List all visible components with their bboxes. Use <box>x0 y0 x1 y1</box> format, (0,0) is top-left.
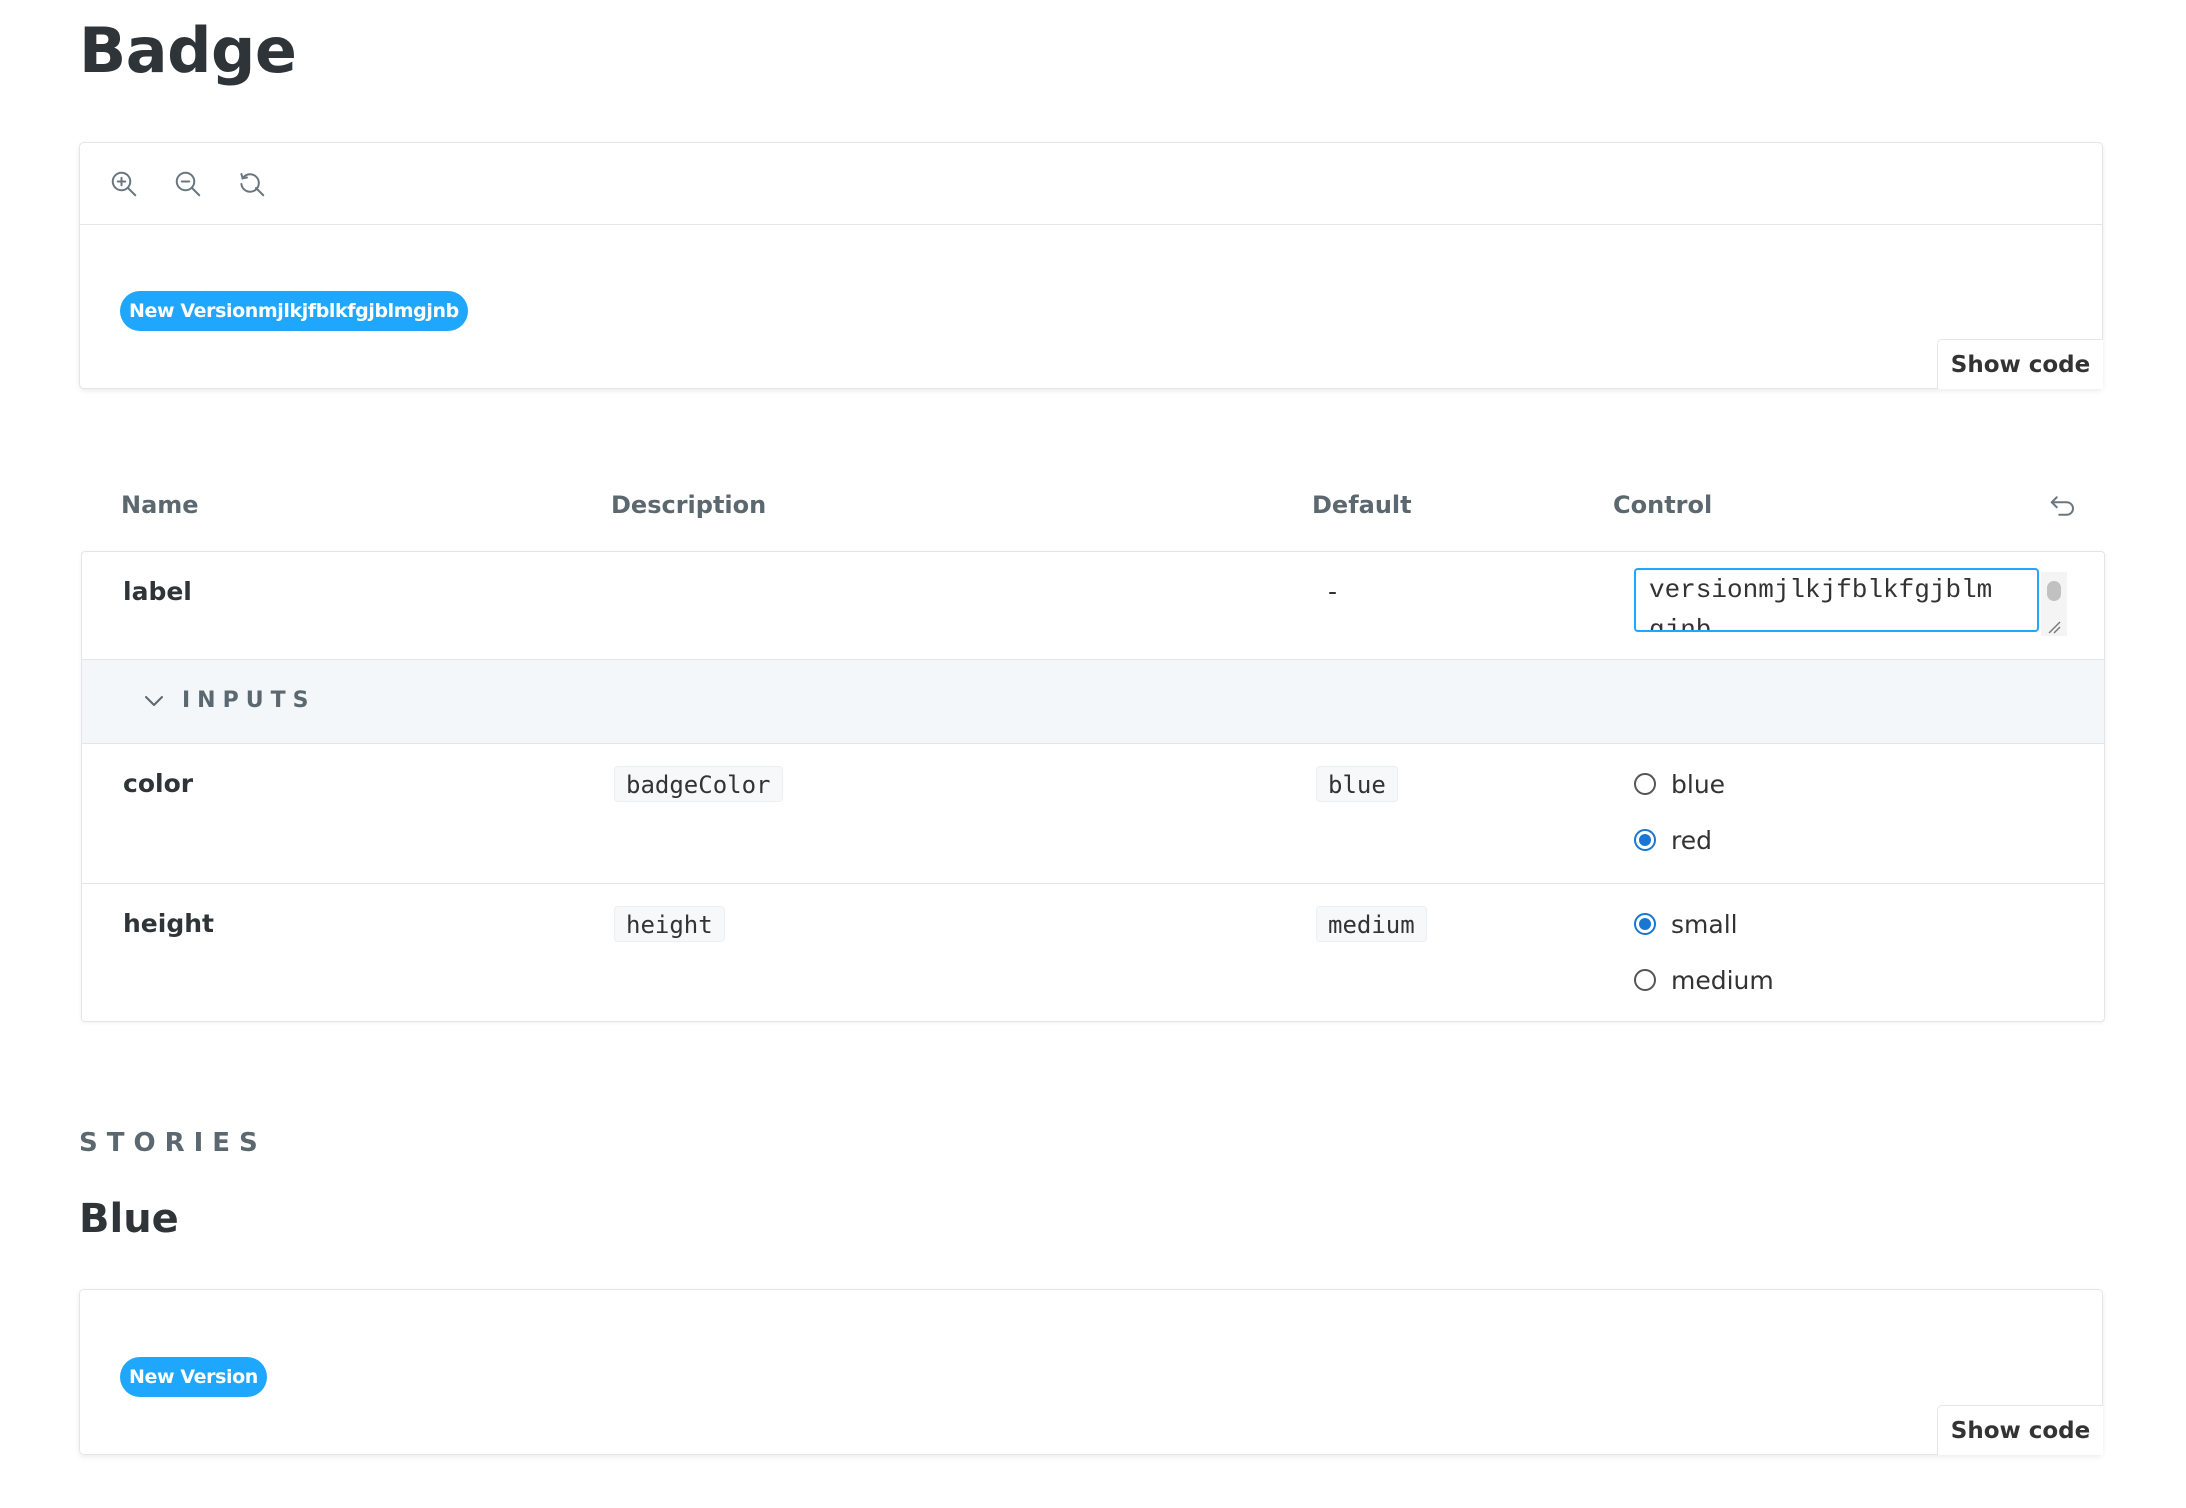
arg-default: - <box>1328 577 1338 606</box>
header-default: Default <box>1312 491 1412 519</box>
badge-preview: New Versionmjlkjfblkfgjblmgjnb <box>120 291 468 331</box>
table-row: label - <box>82 552 2104 660</box>
zoom-out-button[interactable] <box>170 166 206 202</box>
header-description: Description <box>611 491 767 519</box>
arg-description: badgeColor <box>614 766 783 802</box>
header-name: Name <box>121 491 199 519</box>
zoom-reset-icon <box>240 172 265 196</box>
canvas-toolbar <box>80 143 2102 225</box>
scrollbar-thumb[interactable] <box>2047 581 2061 601</box>
radio-label: red <box>1671 825 1712 855</box>
arg-name: color <box>123 769 194 798</box>
undo-icon[interactable] <box>2048 491 2078 521</box>
chevron-down-icon <box>145 695 163 706</box>
arg-description: height <box>614 906 725 942</box>
radio-label: blue <box>1671 769 1726 799</box>
radio-button-checked[interactable] <box>1634 829 1656 851</box>
zoom-out-icon <box>175 171 201 196</box>
label-textarea[interactable] <box>1634 568 2039 632</box>
header-control: Control <box>1613 491 1713 519</box>
height-radio-group: small medium <box>1634 904 1774 1016</box>
radio-option-blue[interactable]: blue <box>1634 764 1725 804</box>
story-title: Blue <box>79 1196 179 1242</box>
section-label-text: INPUTS <box>182 688 316 713</box>
preview-canvas: New Versionmjlkjfblkfgjblmgjnb Show code <box>79 142 2103 389</box>
arg-name: label <box>123 577 192 606</box>
show-code-button[interactable]: Show code <box>1937 1405 2103 1455</box>
radio-label: small <box>1671 909 1738 939</box>
badge-preview: New Version <box>120 1357 267 1397</box>
radio-button[interactable] <box>1634 969 1656 991</box>
label-control <box>1634 568 2067 636</box>
zoom-in-button[interactable] <box>106 166 142 202</box>
table-row: height height medium small medium <box>82 884 2104 1021</box>
section-label: INPUTS <box>142 688 315 713</box>
radio-button[interactable] <box>1634 773 1656 795</box>
resize-handle-icon[interactable] <box>2044 618 2062 634</box>
color-radio-group: blue red <box>1634 764 1725 876</box>
table-row: color badgeColor blue blue red <box>82 744 2104 884</box>
args-table-header: Name Description Default Control <box>79 491 2105 531</box>
radio-label: medium <box>1671 965 1774 995</box>
radio-option-small[interactable]: small <box>1634 904 1774 944</box>
zoom-reset-button[interactable] <box>234 166 270 202</box>
radio-option-medium[interactable]: medium <box>1634 960 1774 1000</box>
zoom-in-icon <box>111 171 137 196</box>
arg-default: blue <box>1316 766 1398 802</box>
inputs-section-toggle[interactable]: INPUTS <box>82 660 2104 744</box>
args-table: label - INPUTS color <box>81 551 2105 1022</box>
page-title: Badge <box>79 14 297 87</box>
stories-heading: STORIES <box>79 1128 267 1158</box>
radio-option-red[interactable]: red <box>1634 820 1725 860</box>
radio-button-checked[interactable] <box>1634 913 1656 935</box>
show-code-button[interactable]: Show code <box>1937 339 2103 389</box>
story-canvas: New Version Show code <box>79 1289 2103 1455</box>
arg-name: height <box>123 909 214 938</box>
arg-default: medium <box>1316 906 1427 942</box>
